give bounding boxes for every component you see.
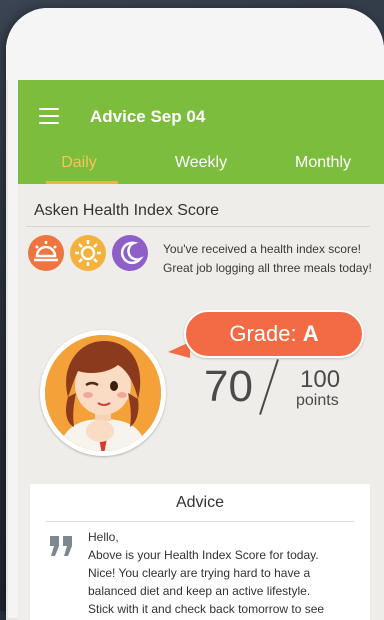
advice-line: Nice! You clearly are trying hard to hav…	[88, 566, 311, 580]
menu-icon[interactable]	[39, 108, 59, 124]
active-tab-indicator	[46, 181, 118, 184]
advice-line: Stick with it and check back tomorrow to…	[88, 602, 325, 616]
grade-value: A	[302, 321, 319, 346]
tab-monthly[interactable]: Monthly	[262, 154, 384, 172]
advice-line: Above is your Health Index Score for tod…	[88, 548, 319, 562]
score-message-line1: You've received a health index score!	[163, 242, 361, 256]
advice-card: Advice Hello, Above is your Health Index…	[30, 484, 370, 620]
grade-label: Grade:	[229, 321, 303, 346]
score-unit: points	[296, 392, 339, 409]
score-max: 100	[300, 366, 341, 393]
advice-text: Hello, Above is your Health Index Score …	[88, 528, 358, 618]
advice-line: balanced diet and keep an active lifesty…	[88, 584, 311, 598]
moon-icon	[112, 235, 148, 271]
advice-line: Hello,	[88, 530, 119, 544]
avatar	[40, 330, 166, 456]
app-bar: Advice Sep 04 Daily Weekly Monthly	[18, 80, 384, 184]
quote-icon	[50, 536, 72, 556]
phone-frame: Advice Sep 04 Daily Weekly Monthly Asken…	[6, 8, 384, 620]
score-message-line2: Great job logging all three meals today!	[163, 261, 372, 275]
tab-daily[interactable]: Daily	[18, 154, 140, 172]
page-title: Advice Sep 04	[90, 107, 206, 126]
sunrise-icon	[28, 235, 64, 271]
advice-title: Advice	[175, 494, 225, 511]
score-message: You've received a health index score! Gr…	[163, 240, 383, 278]
tab-bar: Daily Weekly Monthly	[18, 144, 384, 184]
app-screen: Advice Sep 04 Daily Weekly Monthly Asken…	[18, 80, 384, 620]
score-separator	[259, 359, 279, 415]
meal-badges	[28, 235, 158, 275]
grade-badge: Grade: A	[184, 310, 364, 358]
sun-icon	[70, 235, 106, 271]
section-title: Asken Health Index Score	[34, 202, 219, 219]
section-divider	[26, 226, 370, 227]
status-bar-area	[6, 8, 384, 80]
tab-weekly[interactable]: Weekly	[140, 154, 262, 172]
score-value: 70	[204, 362, 253, 411]
advice-divider	[46, 521, 354, 522]
